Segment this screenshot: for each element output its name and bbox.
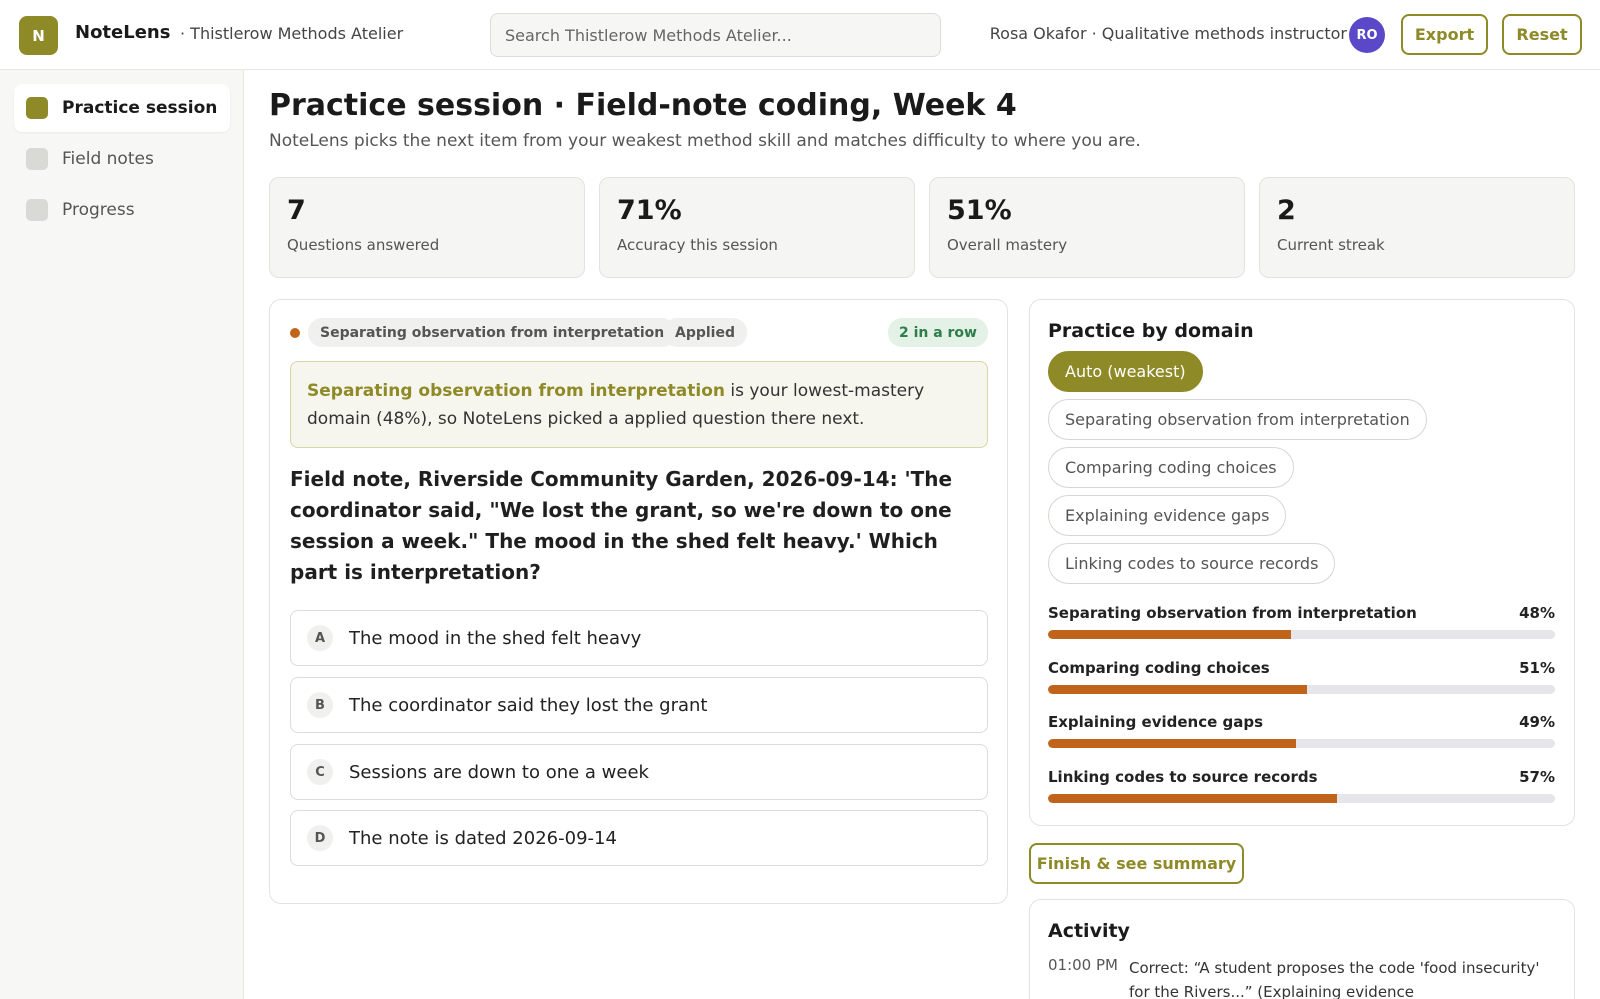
export-button[interactable]: Export bbox=[1401, 14, 1488, 55]
mastery-row: Separating observation from interpretati… bbox=[1048, 604, 1555, 639]
stat-accuracy: 71% Accuracy this session bbox=[599, 177, 915, 278]
mastery-name: Comparing coding choices bbox=[1048, 659, 1270, 677]
practice-session-icon bbox=[26, 97, 48, 119]
mastery-row: Linking codes to source records 57% bbox=[1048, 768, 1555, 803]
domain-chip-evidence-gaps[interactable]: Explaining evidence gaps bbox=[1048, 495, 1287, 536]
top-bar: N NoteLens · Thistlerow Methods Atelier … bbox=[0, 0, 1600, 70]
stat-current-streak: 2 Current streak bbox=[1259, 177, 1575, 278]
app-logo[interactable]: N bbox=[19, 16, 58, 55]
progress-icon bbox=[26, 199, 48, 221]
workspace-name: · Thistlerow Methods Atelier bbox=[180, 24, 404, 43]
activity-time: 01:00 PM bbox=[1048, 956, 1118, 974]
page-title: Practice session · Field-note coding, We… bbox=[269, 88, 1017, 123]
domain-dot-icon bbox=[290, 328, 300, 338]
stat-value: 71% bbox=[617, 195, 682, 226]
mastery-bar-fill bbox=[1048, 794, 1337, 803]
practice-by-domain-card: Practice by domain Auto (weakest) Separa… bbox=[1029, 299, 1575, 826]
search-input[interactable] bbox=[490, 13, 941, 57]
mastery-name: Separating observation from interpretati… bbox=[1048, 604, 1417, 622]
stat-label: Current streak bbox=[1277, 236, 1385, 254]
answer-option-c[interactable]: C Sessions are down to one a week bbox=[290, 744, 988, 800]
reset-button[interactable]: Reset bbox=[1502, 14, 1582, 55]
option-letter: A bbox=[307, 625, 333, 651]
question-text: Field note, Riverside Community Garden, … bbox=[290, 467, 953, 584]
activity-text: Correct: “A student proposes the code 'f… bbox=[1129, 959, 1540, 999]
option-text: Sessions are down to one a week bbox=[349, 761, 649, 783]
answer-option-d[interactable]: D The note is dated 2026-09-14 bbox=[290, 810, 988, 866]
mastery-percent: 48% bbox=[1519, 604, 1555, 622]
app-name: NoteLens bbox=[75, 22, 171, 43]
sidebar: Practice session Field notes Progress bbox=[0, 70, 244, 999]
domain-card-title: Practice by domain bbox=[1048, 320, 1254, 342]
field-notes-icon bbox=[26, 148, 48, 170]
mastery-bar-fill bbox=[1048, 739, 1297, 748]
sidebar-item-label: Progress bbox=[62, 200, 135, 220]
stat-questions-answered: 7 Questions answered bbox=[269, 177, 585, 278]
stat-label: Questions answered bbox=[287, 236, 440, 254]
stat-value: 51% bbox=[947, 195, 1012, 226]
option-letter: C bbox=[307, 759, 333, 785]
answer-option-a[interactable]: A The mood in the shed felt heavy bbox=[290, 610, 988, 666]
mastery-bar-fill bbox=[1048, 630, 1292, 639]
domain-chip-linking-codes[interactable]: Linking codes to source records bbox=[1048, 543, 1336, 584]
question-card: Separating observation from interpretati… bbox=[269, 299, 1008, 904]
mastery-percent: 49% bbox=[1519, 713, 1555, 731]
avatar[interactable]: RO bbox=[1349, 17, 1385, 53]
stat-label: Overall mastery bbox=[947, 236, 1068, 254]
explanation-domain: Separating observation from interpretati… bbox=[307, 381, 725, 401]
option-letter: B bbox=[307, 692, 333, 718]
mastery-bar-fill bbox=[1048, 685, 1307, 694]
mastery-percent: 51% bbox=[1519, 659, 1555, 677]
mastery-bar bbox=[1048, 739, 1555, 748]
sidebar-item-label: Practice session bbox=[62, 98, 218, 118]
sidebar-item-field-notes[interactable]: Field notes bbox=[14, 135, 230, 183]
option-text: The mood in the shed felt heavy bbox=[349, 627, 642, 649]
level-chip: Applied bbox=[663, 318, 747, 347]
mastery-bar bbox=[1048, 685, 1555, 694]
mastery-row: Comparing coding choices 51% bbox=[1048, 659, 1555, 694]
domain-chip-coding-choices[interactable]: Comparing coding choices bbox=[1048, 447, 1294, 488]
sidebar-item-practice-session[interactable]: Practice session bbox=[14, 84, 230, 132]
option-text: The coordinator said they lost the grant bbox=[349, 694, 708, 716]
stat-value: 7 bbox=[287, 195, 306, 226]
mastery-bar bbox=[1048, 794, 1555, 803]
activity-title: Activity bbox=[1048, 920, 1130, 942]
page-subtitle: NoteLens picks the next item from your w… bbox=[269, 131, 1141, 151]
stat-overall-mastery: 51% Overall mastery bbox=[929, 177, 1245, 278]
sidebar-item-label: Field notes bbox=[62, 149, 154, 169]
selection-explanation: Separating observation from interpretati… bbox=[290, 361, 988, 448]
finish-summary-button[interactable]: Finish & see summary bbox=[1029, 843, 1244, 884]
activity-card: Activity 01:00 PM Correct: “A student pr… bbox=[1029, 899, 1575, 999]
stat-value: 2 bbox=[1277, 195, 1296, 226]
domain-chip-observation[interactable]: Separating observation from interpretati… bbox=[1048, 399, 1427, 440]
mastery-name: Linking codes to source records bbox=[1048, 768, 1318, 786]
option-letter: D bbox=[307, 825, 333, 851]
answer-option-b[interactable]: B The coordinator said they lost the gra… bbox=[290, 677, 988, 733]
sidebar-item-progress[interactable]: Progress bbox=[14, 186, 230, 234]
streak-badge: 2 in a row bbox=[887, 318, 988, 347]
domain-chip: Separating observation from interpretati… bbox=[308, 318, 677, 347]
user-info: Rosa Okafor · Qualitative methods instru… bbox=[989, 24, 1347, 43]
mastery-bar bbox=[1048, 630, 1555, 639]
mastery-row: Explaining evidence gaps 49% bbox=[1048, 713, 1555, 748]
domain-chip-auto[interactable]: Auto (weakest) bbox=[1048, 351, 1203, 392]
stat-label: Accuracy this session bbox=[617, 236, 778, 254]
mastery-percent: 57% bbox=[1519, 768, 1555, 786]
option-text: The note is dated 2026-09-14 bbox=[349, 827, 617, 849]
mastery-name: Explaining evidence gaps bbox=[1048, 713, 1264, 731]
